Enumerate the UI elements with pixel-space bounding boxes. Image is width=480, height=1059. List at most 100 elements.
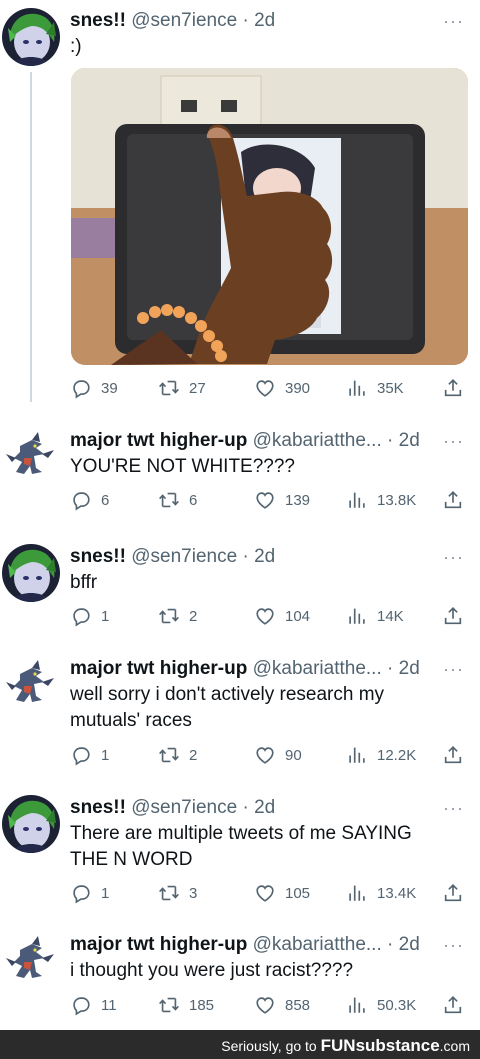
tweet-media[interactable] xyxy=(71,68,468,365)
timestamp[interactable]: 2d xyxy=(399,658,420,679)
user-handle[interactable]: @sen7ience xyxy=(131,797,237,818)
like-button[interactable]: 390 xyxy=(254,375,310,401)
user-handle[interactable]: @kabariatthe... xyxy=(253,934,382,955)
like-button[interactable]: 139 xyxy=(254,487,310,513)
avatar[interactable] xyxy=(2,932,60,990)
share-button[interactable] xyxy=(442,487,464,513)
watermark-bar: Seriously, go to FUNsubstance.com xyxy=(0,1030,480,1059)
more-options-icon[interactable]: ··· xyxy=(443,656,464,682)
tweet-3[interactable]: snes!! @sen7ience · 2d ··· bffr 1 2 104 … xyxy=(0,544,480,644)
views-button[interactable]: 35K xyxy=(346,375,404,401)
more-options-icon[interactable]: ··· xyxy=(443,795,464,821)
share-button[interactable] xyxy=(442,992,464,1018)
watermark-prefix: Seriously, go to xyxy=(221,1038,321,1054)
reply-icon xyxy=(70,605,92,627)
reply-count: 11 xyxy=(101,996,117,1014)
more-options-icon[interactable]: ··· xyxy=(443,932,464,958)
separator: · xyxy=(387,658,394,679)
views-button[interactable]: 12.2K xyxy=(346,742,416,768)
avatar-image xyxy=(2,795,60,853)
views-icon xyxy=(346,489,368,511)
reply-icon xyxy=(70,882,92,904)
timestamp[interactable]: 2d xyxy=(399,430,420,451)
retweet-button[interactable]: 3 xyxy=(158,880,197,906)
views-button[interactable]: 14K xyxy=(346,603,404,629)
retweet-icon xyxy=(158,489,180,511)
avatar[interactable] xyxy=(2,8,60,66)
more-options-icon[interactable]: ··· xyxy=(443,544,464,570)
user-handle[interactable]: @sen7ience xyxy=(131,10,237,31)
retweet-button[interactable]: 6 xyxy=(158,487,197,513)
avatar[interactable] xyxy=(2,428,60,486)
tweet-header: snes!! @sen7ience · 2d xyxy=(70,795,275,821)
views-button[interactable]: 13.8K xyxy=(346,487,416,513)
tweet-header: major twt higher-up @kabariatthe... · 2d xyxy=(70,428,420,454)
like-count: 390 xyxy=(285,379,311,397)
reply-button[interactable]: 6 xyxy=(70,487,109,513)
user-handle[interactable]: @kabariatthe... xyxy=(253,658,382,679)
timestamp[interactable]: 2d xyxy=(399,934,420,955)
views-button[interactable]: 50.3K xyxy=(346,992,416,1018)
heart-icon xyxy=(254,882,276,904)
tweet-text-line: THE N WORD xyxy=(70,849,193,870)
display-name[interactable]: snes!! xyxy=(70,797,126,818)
tweet-5[interactable]: snes!! @sen7ience · 2d ··· There are mul… xyxy=(0,795,480,920)
share-icon xyxy=(442,882,464,904)
views-icon xyxy=(346,994,368,1016)
separator: · xyxy=(242,546,249,567)
timestamp[interactable]: 2d xyxy=(254,546,275,567)
reply-button[interactable]: 11 xyxy=(70,992,117,1018)
heart-icon xyxy=(254,605,276,627)
avatar[interactable] xyxy=(2,795,60,853)
retweet-button[interactable]: 2 xyxy=(158,603,197,629)
avatar[interactable] xyxy=(2,544,60,602)
views-button[interactable]: 13.4K xyxy=(346,880,416,906)
like-button[interactable]: 105 xyxy=(254,880,310,906)
share-button[interactable] xyxy=(442,603,464,629)
tweet-text: :) xyxy=(70,36,82,57)
share-button[interactable] xyxy=(442,880,464,906)
timestamp[interactable]: 2d xyxy=(254,797,275,818)
timestamp[interactable]: 2d xyxy=(254,10,275,31)
tweet-1[interactable]: snes!! @sen7ience · 2d ··· :) 39 27 390 … xyxy=(0,8,480,402)
user-handle[interactable]: @sen7ience xyxy=(131,546,237,567)
views-icon xyxy=(346,605,368,627)
reply-button[interactable]: 1 xyxy=(70,603,109,629)
retweet-button[interactable]: 185 xyxy=(158,992,214,1018)
retweet-button[interactable]: 2 xyxy=(158,742,197,768)
share-icon xyxy=(442,744,464,766)
display-name[interactable]: snes!! xyxy=(70,546,126,567)
display-name[interactable]: snes!! xyxy=(70,10,126,31)
reply-button[interactable]: 1 xyxy=(70,880,109,906)
like-button[interactable]: 858 xyxy=(254,992,310,1018)
reply-button[interactable]: 39 xyxy=(70,375,118,401)
reply-icon xyxy=(70,377,92,399)
separator: · xyxy=(242,797,249,818)
display-name[interactable]: major twt higher-up xyxy=(70,934,247,955)
tweet-actions: 11 185 858 50.3K xyxy=(70,992,470,1018)
tweet-text: bffr xyxy=(70,572,98,593)
share-button[interactable] xyxy=(442,375,464,401)
user-handle[interactable]: @kabariatthe... xyxy=(253,430,382,451)
like-count: 90 xyxy=(285,746,302,764)
more-options-icon[interactable]: ··· xyxy=(443,428,464,454)
tweet-6[interactable]: major twt higher-up @kabariatthe... · 2d… xyxy=(0,932,480,1027)
retweet-button[interactable]: 27 xyxy=(158,375,206,401)
tweet-4[interactable]: major twt higher-up @kabariatthe... · 2d… xyxy=(0,656,480,781)
display-name[interactable]: major twt higher-up xyxy=(70,658,247,679)
retweet-icon xyxy=(158,744,180,766)
thumbs-up-photo xyxy=(71,68,468,365)
reply-button[interactable]: 1 xyxy=(70,742,109,768)
display-name[interactable]: major twt higher-up xyxy=(70,430,247,451)
tweet-text: YOU'RE NOT WHITE???? xyxy=(70,456,295,477)
share-button[interactable] xyxy=(442,742,464,768)
like-button[interactable]: 104 xyxy=(254,603,310,629)
tweet-2[interactable]: major twt higher-up @kabariatthe... · 2d… xyxy=(0,428,480,528)
tweet-text: i thought you were just racist???? xyxy=(70,960,354,981)
like-button[interactable]: 90 xyxy=(254,742,302,768)
more-options-icon[interactable]: ··· xyxy=(443,8,464,34)
views-count: 13.8K xyxy=(377,491,417,509)
avatar-image xyxy=(2,544,60,602)
avatar[interactable] xyxy=(2,656,60,714)
tweet-text: well sorry i don't actively research my … xyxy=(70,682,460,734)
